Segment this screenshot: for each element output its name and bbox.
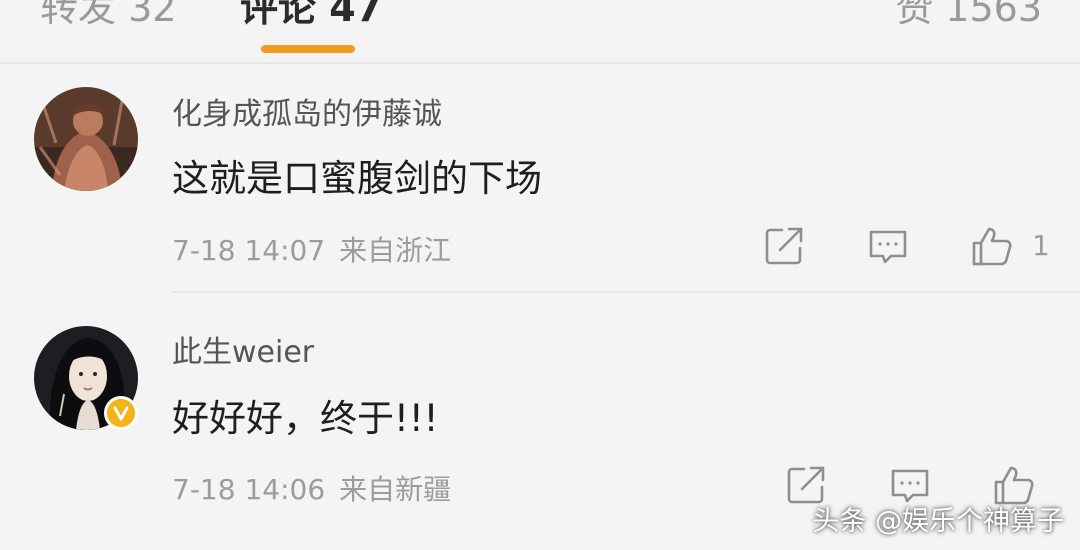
tab-reposts[interactable]: 转发 32	[40, 0, 176, 32]
comment-meta: 7-18 14:06 来自新疆	[172, 468, 451, 508]
avatar[interactable]	[34, 87, 138, 191]
comment-time: 7-18 14:06	[172, 473, 326, 506]
comment-location: 来自浙江	[339, 234, 452, 267]
comment-icon[interactable]	[866, 224, 910, 268]
comment-meta: 7-18 14:07 来自浙江	[172, 229, 451, 269]
like-count: 1	[1032, 229, 1050, 262]
tab-likes[interactable]: 赞 1563	[895, 0, 1042, 32]
comment-item: 化身成孤岛的伊藤诚 这就是口蜜腹剑的下场 7-18 14:07 来自浙江 1	[0, 64, 1080, 291]
watermark: 头条 @娱乐个神算子	[812, 506, 1064, 537]
verified-badge-icon	[104, 396, 138, 430]
comment-username[interactable]: 化身成孤岛的伊藤诚	[172, 89, 442, 133]
comment-time: 7-18 14:07	[172, 234, 326, 267]
comment-location: 来自新疆	[339, 473, 452, 506]
comment-text: 好好好，终于!!!	[172, 397, 439, 440]
comment-text: 这就是口蜜腹剑的下场	[172, 157, 542, 200]
thumbs-up-icon[interactable]	[970, 224, 1014, 268]
active-tab-indicator	[261, 45, 355, 53]
comment-username[interactable]: 此生weier	[172, 327, 314, 371]
share-icon[interactable]	[762, 224, 806, 268]
comment-tab-bar: 转发 32 评论 47 赞 1563	[0, 0, 1080, 62]
tab-comments[interactable]: 评论 47	[240, 0, 382, 32]
